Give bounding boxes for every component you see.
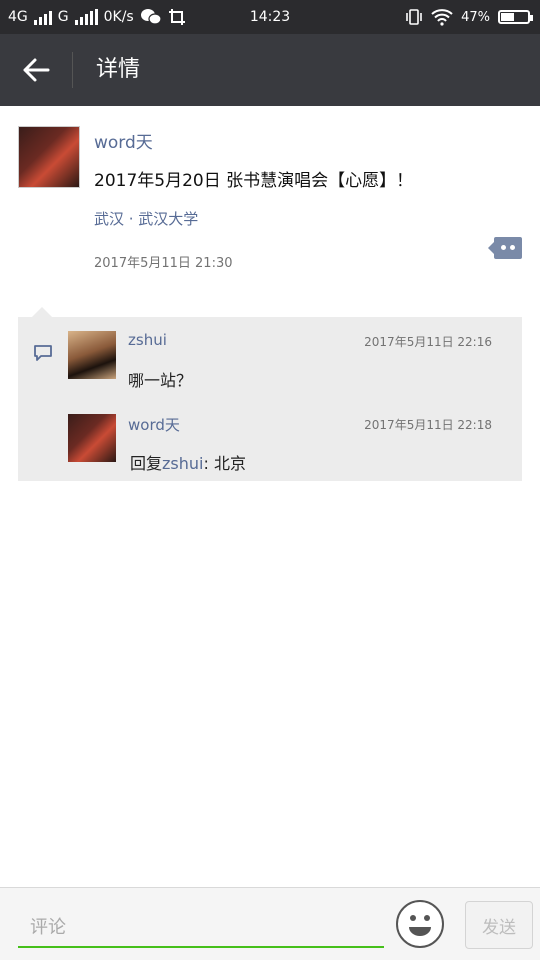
app-bar-divider	[72, 52, 73, 88]
dot-icon	[510, 245, 515, 250]
comment-author[interactable]: word天	[128, 414, 180, 435]
post-text: 2017年5月20日 张书慧演唱会【心愿】！	[94, 171, 414, 191]
more-actions-button[interactable]	[488, 237, 522, 259]
wifi-icon	[431, 9, 453, 26]
comment-author[interactable]: zshui	[128, 331, 167, 349]
reply-text: : 北京	[203, 454, 246, 473]
page-title: 详情	[96, 57, 141, 82]
comment-text: 回复zshui: 北京	[130, 450, 246, 474]
battery-fill	[501, 13, 515, 21]
vibrate-icon	[406, 9, 422, 25]
comments-panel: zshui 2017年5月11日 22:16 哪一站？ word天 2017年5…	[18, 307, 522, 481]
smiley-icon	[409, 915, 431, 936]
app-bar: 详情	[0, 34, 540, 106]
status-bar: 4G G 0K/s 14:23 47%	[0, 0, 540, 34]
comment-timestamp: 2017年5月11日 22:18	[364, 418, 492, 432]
reply-target[interactable]: zshui	[162, 454, 203, 473]
post-timestamp: 2017年5月11日 21:30	[94, 256, 233, 271]
commenter-avatar[interactable]	[68, 414, 116, 462]
author-avatar[interactable]	[18, 126, 80, 188]
battery-icon	[498, 10, 533, 24]
back-arrow-icon[interactable]	[18, 52, 54, 88]
post-location[interactable]: 武汉 · 武汉大学	[94, 208, 198, 229]
commenter-avatar[interactable]	[68, 331, 116, 379]
post-author-name[interactable]: word天	[94, 128, 153, 153]
emoji-button[interactable]	[396, 900, 444, 948]
battery-percent: 47%	[461, 9, 490, 25]
comment-icon	[34, 345, 52, 361]
comment-input[interactable]	[18, 908, 384, 948]
comment-timestamp: 2017年5月11日 22:16	[364, 335, 492, 349]
dot-icon	[501, 245, 506, 250]
comment-text: 哪一站？	[128, 371, 193, 390]
send-button[interactable]: 发送	[465, 901, 533, 949]
reply-prefix: 回复	[130, 454, 163, 473]
comment-composer: 发送	[0, 887, 540, 960]
